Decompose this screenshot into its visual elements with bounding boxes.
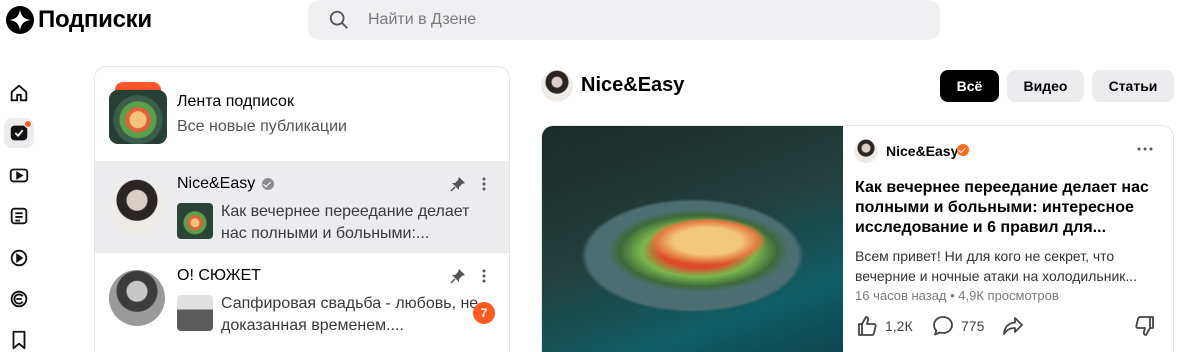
post-thumbnail [177, 295, 213, 331]
dzen-channel-icon [10, 290, 28, 308]
pin-icon[interactable] [450, 268, 466, 284]
comment-count: 775 [961, 318, 985, 334]
post-preview: Сапфировая свадьба - любовь, не доказанн… [221, 295, 479, 334]
tab-all[interactable]: Всё [940, 70, 999, 102]
avatar[interactable] [109, 270, 165, 326]
search-input[interactable] [368, 11, 868, 29]
dislike-icon [1135, 316, 1154, 336]
page-title: Подписки [38, 6, 152, 33]
share-button[interactable] [1001, 314, 1025, 338]
post-preview: Как вечернее переедание делает нас полны… [221, 203, 470, 242]
list-item[interactable]: Nice&Easy Как вечернее переедание делает… [95, 161, 509, 253]
post-snippet: Всем привет! Ни для кого не секрет, что … [855, 248, 1138, 284]
post-actions: 1,2К 775 [855, 314, 1165, 340]
subscriptions-panel: Лента подписок Все новые публикации Nice… [94, 66, 510, 352]
notification-dot [24, 120, 32, 128]
channel-avatar[interactable] [541, 70, 573, 102]
dislike-button[interactable] [1133, 314, 1157, 338]
search-icon [329, 10, 348, 29]
post-thumbnail [177, 203, 213, 239]
unread-badge: 7 [473, 302, 495, 324]
post-image[interactable] [542, 126, 843, 352]
more-horizontal-icon[interactable] [1136, 144, 1154, 154]
tab-articles[interactable]: Статьи [1092, 70, 1174, 102]
share-icon [1003, 317, 1023, 335]
channel-name[interactable]: О! СЮЖЕТ [177, 267, 261, 285]
channel-title[interactable]: Nice&Easy [581, 74, 684, 97]
more-vertical-icon[interactable] [476, 268, 492, 284]
more-vertical-icon[interactable] [476, 176, 492, 192]
avatar[interactable] [854, 139, 878, 163]
like-button[interactable]: 1,2К [855, 314, 913, 338]
dzen-logo-icon [6, 6, 34, 34]
post-channel-name[interactable]: Nice&Easy [886, 143, 958, 159]
bookmark-icon [12, 330, 26, 350]
verified-icon [262, 178, 274, 190]
comment-button[interactable]: 775 [931, 314, 984, 338]
rail-subscriptions[interactable] [4, 118, 34, 148]
post-title[interactable]: Как вечернее переедание делает нас полны… [855, 178, 1160, 238]
tab-video[interactable]: Видео [1007, 70, 1084, 102]
article-icon [10, 207, 28, 225]
search-bar[interactable] [308, 0, 940, 40]
verified-icon [957, 144, 969, 156]
feed-thumbnail [109, 82, 167, 144]
like-count: 1,2К [885, 318, 913, 334]
feed-row[interactable]: Лента подписок Все новые публикации [95, 67, 509, 161]
rail-channel[interactable] [4, 284, 34, 314]
feed-title: Лента подписок [177, 93, 294, 110]
rail-articles[interactable] [4, 201, 34, 231]
post-meta: 16 часов назад • 4,9К просмотров [855, 288, 1059, 303]
rail-video[interactable] [4, 160, 34, 190]
rail-saved[interactable] [4, 325, 34, 352]
shorts-icon [10, 249, 28, 267]
avatar[interactable] [109, 179, 165, 235]
pin-icon[interactable] [450, 176, 466, 192]
rail-shorts[interactable] [4, 243, 34, 273]
filter-tabs: Всё Видео Статьи [940, 70, 1174, 102]
comment-icon [933, 316, 953, 336]
logo[interactable]: Подписки [6, 6, 152, 34]
post-card[interactable]: Nice&Easy Как вечернее переедание делает… [541, 125, 1174, 352]
like-icon [858, 316, 877, 336]
list-item[interactable]: О! СЮЖЕТ Сапфировая свадьба - любовь, не… [95, 253, 509, 345]
feed-subtitle: Все новые публикации [177, 118, 347, 135]
rail-home[interactable] [4, 78, 34, 108]
channel-name[interactable]: Nice&Easy [177, 175, 255, 193]
home-icon [10, 84, 28, 102]
video-icon [9, 168, 29, 183]
